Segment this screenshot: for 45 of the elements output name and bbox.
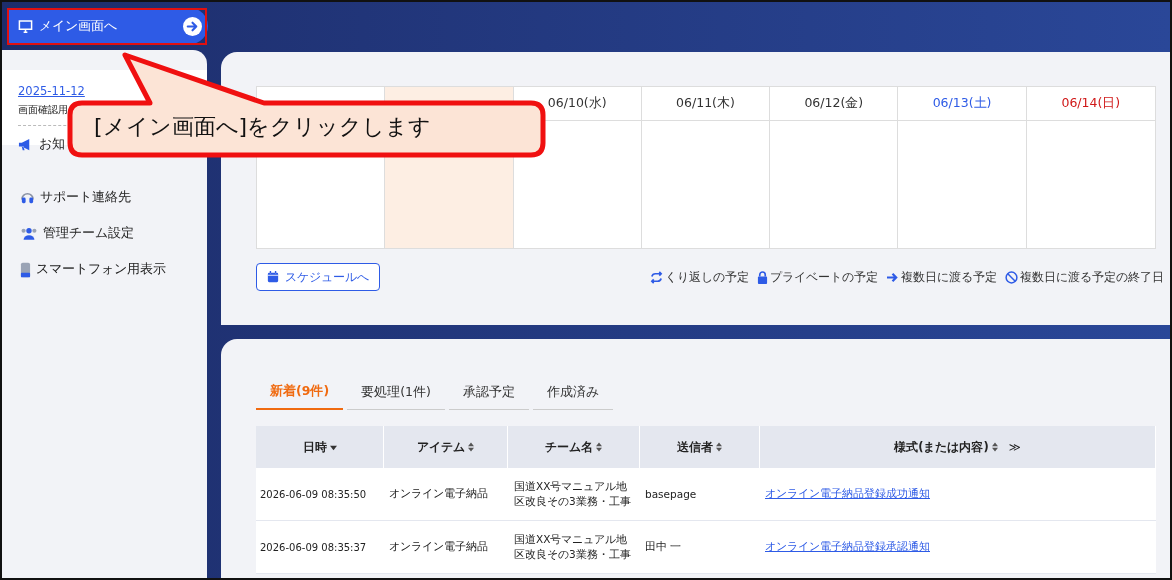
sort-icon[interactable] bbox=[991, 442, 998, 452]
table-cell-text: 国道XX号マニュアル地区改良その3業務・工事 bbox=[513, 478, 632, 509]
inbox-tab[interactable]: 要処理(1件) bbox=[347, 383, 445, 410]
calendar-icon bbox=[267, 271, 279, 283]
table-cell-text: オンライン電子納品 bbox=[388, 539, 489, 554]
date-link[interactable]: 2025-11-12 bbox=[18, 84, 85, 98]
column-header[interactable]: 様式(または内容) bbox=[894, 439, 989, 455]
table-cell-text: basepage bbox=[644, 487, 698, 502]
legend-label: くり返しの予定 bbox=[665, 269, 749, 285]
form-link[interactable]: オンライン電子納品登録承認通知 bbox=[765, 540, 930, 554]
expand-toggle[interactable]: ≫ bbox=[1008, 440, 1021, 454]
inbox-tab[interactable]: 承認予定 bbox=[448, 383, 529, 410]
lock-icon bbox=[757, 270, 768, 284]
table-cell-text: 2026-06-09 08:35:50 bbox=[259, 487, 368, 502]
main-screen-button[interactable]: メイン画面へ bbox=[8, 8, 208, 44]
sort-down-icon[interactable] bbox=[329, 443, 337, 451]
sidebar-item[interactable]: スマートフォン用表示 bbox=[20, 261, 207, 278]
headset-icon bbox=[20, 190, 35, 205]
prohibited-icon bbox=[1005, 270, 1018, 284]
arrow-circle-icon bbox=[183, 16, 202, 36]
form-link[interactable]: オンライン電子納品登録成功通知 bbox=[765, 487, 930, 501]
sidebar-item[interactable]: サポート連絡先 bbox=[20, 189, 207, 206]
inbox-tab[interactable]: 作成済み bbox=[532, 383, 613, 410]
legend-label: 複数日に渡る予定 bbox=[901, 269, 997, 285]
smartphone-icon bbox=[20, 261, 31, 278]
table-cell-text: オンライン電子納品 bbox=[388, 486, 489, 501]
people-icon bbox=[20, 226, 38, 241]
legend-label: 複数日に渡る予定の終了日 bbox=[1020, 269, 1164, 285]
monitor-icon bbox=[18, 18, 33, 34]
sort-icon[interactable] bbox=[596, 442, 602, 452]
sort-icon[interactable] bbox=[716, 442, 722, 452]
column-header[interactable]: アイテム bbox=[417, 439, 465, 455]
table-cell-text: 2026-06-09 08:35:37 bbox=[259, 540, 368, 555]
notice-label: お知 bbox=[39, 136, 65, 153]
right-arrow-icon bbox=[886, 271, 899, 283]
table-cell-text: 国道XX号マニュアル地区改良その3業務・工事 bbox=[513, 531, 632, 562]
table-cell-text: 田中 一 bbox=[644, 539, 683, 554]
column-header[interactable]: 日時 bbox=[302, 439, 327, 455]
repeat-icon bbox=[650, 270, 663, 284]
sort-icon[interactable] bbox=[468, 442, 474, 452]
schedule-button[interactable]: スケジュールへ bbox=[256, 263, 380, 291]
column-header[interactable]: チーム名 bbox=[545, 439, 593, 455]
sidebar-item[interactable]: 管理チーム設定 bbox=[20, 225, 207, 242]
legend-label: プライベートの予定 bbox=[770, 269, 878, 285]
column-header[interactable]: 送信者 bbox=[677, 439, 713, 455]
